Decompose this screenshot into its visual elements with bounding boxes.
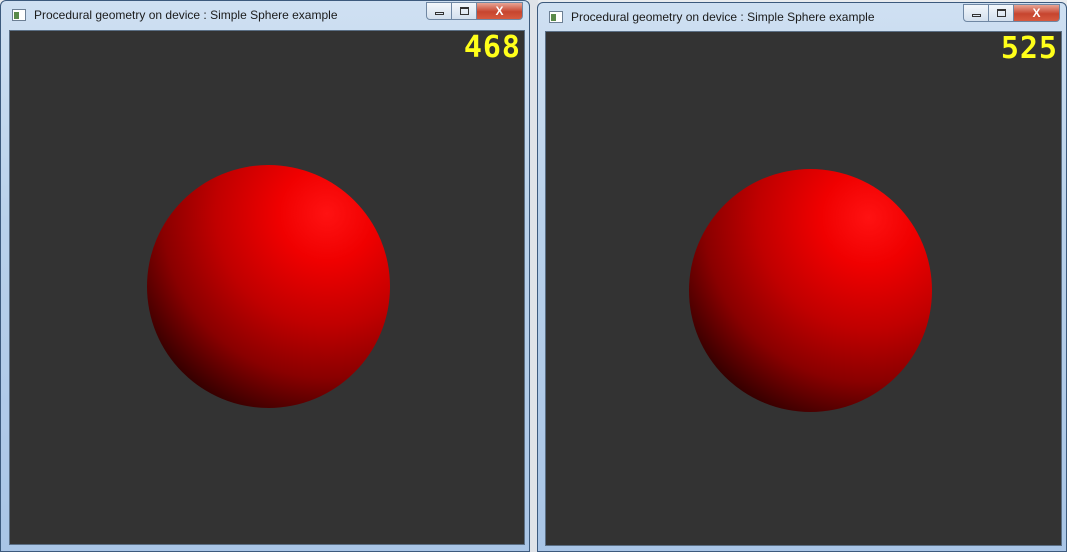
fps-counter: 525 <box>1000 31 1058 66</box>
close-button[interactable]: X <box>1014 4 1060 22</box>
minimize-icon <box>971 14 981 17</box>
close-icon: X <box>1032 6 1041 20</box>
maximize-icon <box>996 9 1006 17</box>
red-sphere <box>689 169 932 412</box>
minimize-icon <box>434 12 444 15</box>
app-window-left[interactable]: Procedural geometry on device : Simple S… <box>0 0 530 552</box>
maximize-icon <box>459 7 469 15</box>
title-bar[interactable]: Procedural geometry on device : Simple S… <box>1 1 529 29</box>
minimize-button[interactable] <box>426 2 452 20</box>
minimize-button[interactable] <box>963 4 989 22</box>
fps-counter: 468 <box>463 30 521 65</box>
maximize-button[interactable] <box>989 4 1014 22</box>
red-sphere <box>147 165 390 408</box>
maximize-button[interactable] <box>452 2 477 20</box>
window-controls: X <box>963 4 1060 22</box>
window-title: Procedural geometry on device : Simple S… <box>34 8 338 22</box>
window-controls: X <box>426 2 523 20</box>
close-icon: X <box>495 4 504 18</box>
render-viewport[interactable]: 468 <box>9 30 525 545</box>
app-window-right[interactable]: Procedural geometry on device : Simple S… <box>537 2 1067 552</box>
window-title: Procedural geometry on device : Simple S… <box>571 10 875 24</box>
render-viewport[interactable]: 525 <box>545 31 1062 546</box>
title-bar[interactable]: Procedural geometry on device : Simple S… <box>538 3 1066 31</box>
app-icon[interactable] <box>549 11 563 23</box>
close-button[interactable]: X <box>477 2 523 20</box>
app-icon[interactable] <box>12 9 26 21</box>
